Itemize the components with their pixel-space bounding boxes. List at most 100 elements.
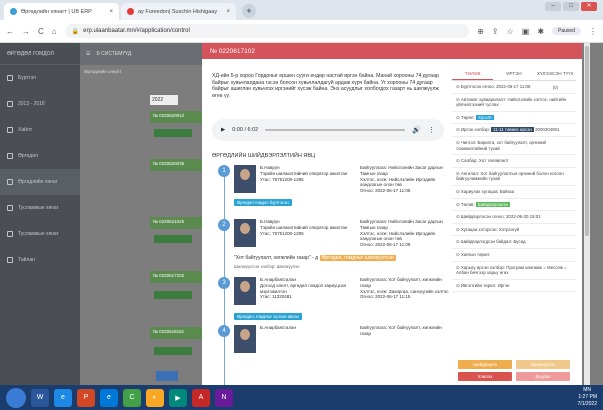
sidebar-item-label: Тусламжын хянаг	[18, 205, 59, 211]
type-tag: Хүсэлт	[475, 114, 495, 120]
sidebar-item-label: 2013 - 2018	[18, 101, 45, 107]
close-window-button[interactable]: ✕	[581, 2, 597, 11]
person-info: Б.Анарбаясгалан	[260, 325, 356, 331]
timeline-title: ӨРГӨДЛИЙН ШИЙДВЭРЛЭЛТИЙН ЯВЦ	[212, 153, 316, 159]
menu-dots-icon[interactable]: ⋮	[589, 27, 597, 36]
status-row: ⊙ Харьяу ирсэн хэлбэр: Програм хангамж =…	[452, 262, 576, 280]
tab-close-icon[interactable]: ×	[109, 9, 113, 15]
tab-status[interactable]: ТӨЛӨВ	[452, 67, 494, 80]
puzzle-icon[interactable]: ✱	[537, 27, 544, 36]
forward-button[interactable]: →	[22, 27, 30, 36]
app-icon[interactable]: ◐	[146, 388, 164, 407]
sidebar-item-control[interactable]: Өргөдлийн хянаг	[0, 169, 80, 195]
sidebar-item-help-control-2[interactable]: Тусламжын хянаг	[0, 221, 80, 247]
return-button[interactable]: Буцаах	[516, 372, 570, 381]
org-unit: Хэлтэс, нэгж: Нийслэлийн Иргэдийн хандла…	[360, 176, 436, 188]
tab-citizen[interactable]: ИРГЭН	[493, 67, 534, 80]
chrome-icon[interactable]: C	[123, 388, 141, 407]
transfer-note: "Хот байгуулалт, хөгжлийн газар" - д Өрг…	[234, 255, 448, 261]
play-icon[interactable]: ▶	[221, 127, 225, 133]
new-tab-button[interactable]: +	[242, 4, 256, 18]
status-row: ⊙ Автомат хуваарилалт: Нийслэлийн хэлтэс…	[452, 94, 576, 112]
print-button[interactable]: Хэвлэх	[458, 372, 512, 381]
background-row-button[interactable]	[154, 347, 192, 355]
org-info: Байгууллага: Хот байгуулалт, хөгжлийн га…	[360, 277, 450, 300]
source-tag: 11-11 төвөөс ирсэн	[491, 127, 534, 133]
status-row-text: Чиглэл: Барилга, хот байгуулалт, орчиний…	[456, 139, 546, 151]
hamburger-icon[interactable]: ☰	[86, 51, 90, 57]
acrobat-icon[interactable]: A	[192, 388, 210, 407]
profile-button[interactable]: Paused	[552, 27, 581, 35]
url-field[interactable]: 🔒 erp.ulaanbaatar.mn/#/application/contr…	[64, 24, 470, 38]
person-phone: Утас: 75751200-1285	[260, 230, 304, 236]
transfer-button[interactable]: Шилжүүлэх	[516, 360, 570, 369]
background-row[interactable]: № 0220520035	[150, 159, 202, 171]
sidebar-item-help-control[interactable]: Тусламжын хянаг	[0, 195, 80, 221]
word-icon[interactable]: W	[31, 388, 49, 407]
pagination-button[interactable]	[156, 371, 178, 381]
person-photo	[234, 325, 256, 353]
sidebar-item-search[interactable]: Хайлт	[0, 117, 80, 143]
more-options-icon[interactable]: ⋮	[428, 126, 435, 134]
youtube-icon	[127, 8, 134, 15]
start-button[interactable]	[6, 387, 26, 408]
year-select[interactable]: 2022	[150, 95, 178, 105]
sidebar-logo: ӨРГӨДӨЛ ГОМДОЛ	[0, 43, 80, 65]
background-row-button[interactable]	[154, 129, 192, 137]
status-row-text: Шийдвэрлэсэн огноо: 2022-06-30 15:01	[460, 214, 541, 220]
page-scrollbar[interactable]	[584, 43, 590, 385]
powerpoint-icon[interactable]: P	[77, 388, 95, 407]
sidebar-item-archive[interactable]: 2013 - 2018	[0, 91, 80, 117]
media-player-icon[interactable]: ▶	[169, 388, 187, 407]
scrollbar-thumb[interactable]	[585, 46, 589, 236]
home-button[interactable]: ⌂	[52, 27, 57, 36]
clock-time: 1:27 PM	[578, 394, 597, 400]
browser-tab-youtube[interactable]: ay Fureedon| Suschin Hishigaay ×	[121, 3, 236, 20]
status-row: ⊙ Салбар: Хот төлөвлөлт	[452, 155, 576, 168]
volume-icon[interactable]: 🔊	[412, 126, 421, 134]
maximize-button[interactable]: □	[563, 2, 579, 11]
onenote-icon[interactable]: N	[215, 388, 233, 407]
share-icon[interactable]: ⇪	[492, 27, 499, 36]
tab-close-icon[interactable]: ×	[226, 9, 230, 15]
search-icon	[7, 127, 13, 133]
status-row-text: Ирсэн хэлбэр:	[460, 127, 490, 133]
background-row-button[interactable]	[154, 291, 192, 299]
extension-icon[interactable]: ▣	[522, 27, 530, 36]
background-row[interactable]: № 0220617102	[150, 271, 202, 283]
edge-icon[interactable]: e	[100, 388, 118, 407]
zoom-icon[interactable]: ⊕	[477, 27, 484, 36]
sidebar-item-report[interactable]: Тайлан	[0, 247, 80, 273]
sidebar-item-label: Өргөдлийн хянаг	[18, 179, 58, 185]
bookmark-star-icon[interactable]: ☆	[507, 27, 514, 36]
audio-progress-bar[interactable]	[265, 129, 406, 131]
background-row-button[interactable]	[154, 235, 192, 243]
reload-button[interactable]: C	[38, 27, 44, 36]
keyboard-language[interactable]: MN	[583, 387, 591, 393]
status-row: ⊙ Шийдвэрлэсэн огноо: 2022-06-30 15:01	[452, 211, 576, 224]
minimize-button[interactable]: –	[545, 2, 561, 11]
sidebar-item-applications[interactable]: Өргөдөл	[0, 143, 80, 169]
topbar-label: Б СИСТЕМҮҮД	[96, 51, 132, 57]
status-row-text: Салбар: Хот төлөвлөлт	[460, 158, 509, 164]
org-name: Байгууллага: Нийслэлийн Засаг даргын Там…	[360, 165, 443, 176]
system-clock[interactable]: MN 1:27 PM 7/1/2022	[578, 387, 597, 408]
tab-title: Өргөдлийн хянагт | UB ERP	[21, 8, 92, 15]
background-row[interactable]: № 0220521025	[150, 217, 202, 229]
sidebar-item-register[interactable]: Бүртгэл	[0, 65, 80, 91]
browser-tab-erp[interactable]: Өргөдлийн хянагт | UB ERP ×	[4, 3, 119, 20]
help-icon	[7, 205, 13, 211]
ie-icon[interactable]: e	[54, 388, 72, 407]
transfer-type: Шилжүүлсэн хэлбэр: Шилжүүлэх	[234, 264, 300, 269]
background-row[interactable]: № 0220618116	[150, 327, 202, 339]
audio-player[interactable]: ▶ 0:00 / 6:02 🔊 ⋮	[212, 119, 444, 141]
background-row[interactable]: № 0220620012	[150, 111, 202, 123]
resolve-button[interactable]: Шийдвэрлэ	[458, 360, 512, 369]
breadcrumb: Өргөдлийн хянагт	[84, 69, 122, 74]
status-row: ⊙ Ирсэн хэлбэр: 11-11 төвөөс ирсэн 20002…	[452, 124, 576, 137]
org-info: Байгууллага: Нийслэлийн Засаг даргын Там…	[360, 219, 450, 248]
back-button[interactable]: ←	[6, 27, 14, 36]
person-photo	[234, 165, 256, 193]
audio-time: 0:00 / 6:02	[232, 127, 259, 133]
tab-history[interactable]: ХҮЛЭЭСЭН ТҮҮХ (0)	[535, 67, 576, 90]
